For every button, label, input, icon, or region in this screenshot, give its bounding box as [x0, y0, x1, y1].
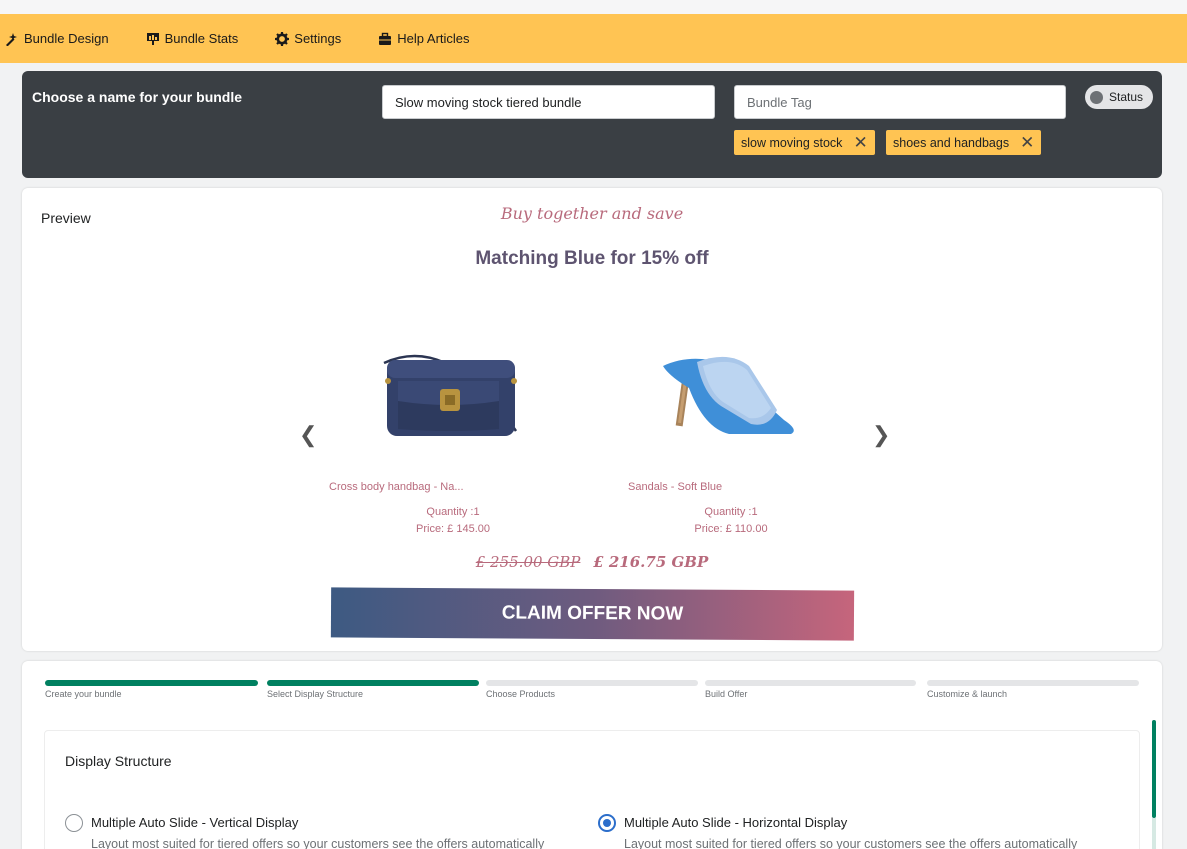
product-quantity: Quantity :1: [704, 506, 758, 518]
bundle-name-input[interactable]: Slow moving stock tiered bundle: [382, 85, 715, 119]
status-label: Status: [1109, 90, 1144, 104]
wand-icon: [6, 32, 17, 46]
discounted-price: £ 216.75 GBP: [593, 553, 709, 571]
original-price: £ 255.00 GBP: [475, 553, 581, 571]
nav-bundle-stats[interactable]: Bundle Stats: [146, 31, 239, 46]
step-build-offer[interactable]: Build Offer: [705, 680, 916, 699]
step-progress-bar: [267, 680, 479, 686]
nav-settings[interactable]: Settings: [275, 31, 341, 46]
display-structure-panel: Display Structure Multiple Auto Slide - …: [44, 730, 1140, 849]
remove-tag-icon[interactable]: ✕: [853, 134, 867, 151]
gear-icon: [275, 31, 290, 46]
top-strip: [0, 0, 1187, 14]
step-label: Select Display Structure: [267, 689, 364, 699]
carousel-next-icon[interactable]: ❯: [872, 424, 890, 446]
tag-chip: shoes and handbags ✕: [886, 130, 1042, 155]
vertical-display-description: Layout most suited for tiered offers so …: [91, 837, 545, 849]
nav-bundle-design[interactable]: Bundle Design: [5, 31, 109, 46]
chart-icon: [146, 32, 159, 45]
horizontal-display-radio[interactable]: [598, 814, 616, 832]
bundle-name-label: Choose a name for your bundle: [32, 89, 243, 105]
nav-bundle-stats-label: Bundle Stats: [164, 31, 239, 46]
claim-offer-button[interactable]: CLAIM OFFER NOW: [330, 587, 855, 641]
step-customize-launch[interactable]: Customize & launch: [927, 680, 1139, 699]
tag-label: shoes and handbags: [893, 135, 1010, 150]
tag-chip: slow moving stock ✕: [734, 130, 875, 155]
remove-tag-icon[interactable]: ✕: [1020, 134, 1034, 151]
display-structure-title: Display Structure: [65, 753, 172, 769]
step-progress-bar: [705, 680, 916, 686]
product-quantity: Quantity :1: [426, 506, 480, 518]
preview-headline: Matching Blue for 15% off: [475, 248, 709, 269]
vertical-display-label[interactable]: Multiple Auto Slide - Vertical Display: [91, 815, 298, 830]
tag-label: slow moving stock: [741, 135, 843, 150]
scrollbar-track[interactable]: [1152, 818, 1156, 849]
step-progress-bar: [927, 680, 1139, 686]
status-toggle-knob: [1090, 90, 1103, 104]
carousel-prev-icon[interactable]: ❮: [299, 424, 317, 446]
scrollbar-thumb[interactable]: [1152, 720, 1156, 818]
briefcase-icon: [379, 32, 392, 45]
nav-help-articles-label: Help Articles: [397, 31, 470, 46]
step-create-bundle[interactable]: Create your bundle: [45, 680, 258, 699]
step-display-structure[interactable]: Select Display Structure: [267, 680, 479, 699]
bundle-name-panel: Choose a name for your bundle Slow movin…: [22, 71, 1162, 178]
sandal-image: [663, 356, 794, 434]
status-toggle[interactable]: Status: [1085, 85, 1153, 109]
step-label: Build Offer: [705, 689, 748, 699]
step-progress-bar: [486, 680, 698, 686]
product-price: Price: £ 145.00: [416, 523, 490, 535]
step-label: Create your bundle: [45, 689, 122, 699]
step-choose-products[interactable]: Choose Products: [486, 680, 698, 699]
nav-settings-label: Settings: [294, 31, 342, 46]
product-name: Cross body handbag - Na...: [329, 481, 464, 493]
bundle-tag-input[interactable]: Bundle Tag: [734, 85, 1066, 119]
handbag-image: [383, 354, 518, 436]
step-label: Choose Products: [486, 689, 556, 699]
step-progress-bar: [45, 680, 258, 686]
horizontal-display-label[interactable]: Multiple Auto Slide - Horizontal Display: [624, 815, 847, 830]
nav-help-articles[interactable]: Help Articles: [378, 31, 470, 46]
bundle-price: £ 255.00 GBP £ 216.75 GBP: [22, 553, 1162, 571]
horizontal-display-description: Layout most suited for tiered offers so …: [624, 837, 1078, 849]
setup-steps-card: Create your bundle Select Display Struct…: [22, 661, 1162, 849]
top-nav: Bundle Design Bundle Stats Settings Help…: [0, 14, 1187, 63]
preview-card: Preview Buy together and save Matching B…: [22, 188, 1162, 651]
vertical-display-radio[interactable]: [65, 814, 83, 832]
product-price: Price: £ 110.00: [694, 523, 768, 535]
nav-bundle-design-label: Bundle Design: [24, 31, 109, 46]
product-name: Sandals - Soft Blue: [628, 481, 723, 493]
preview-tagline: Buy together and save: [500, 204, 684, 223]
step-label: Customize & launch: [927, 689, 1008, 699]
